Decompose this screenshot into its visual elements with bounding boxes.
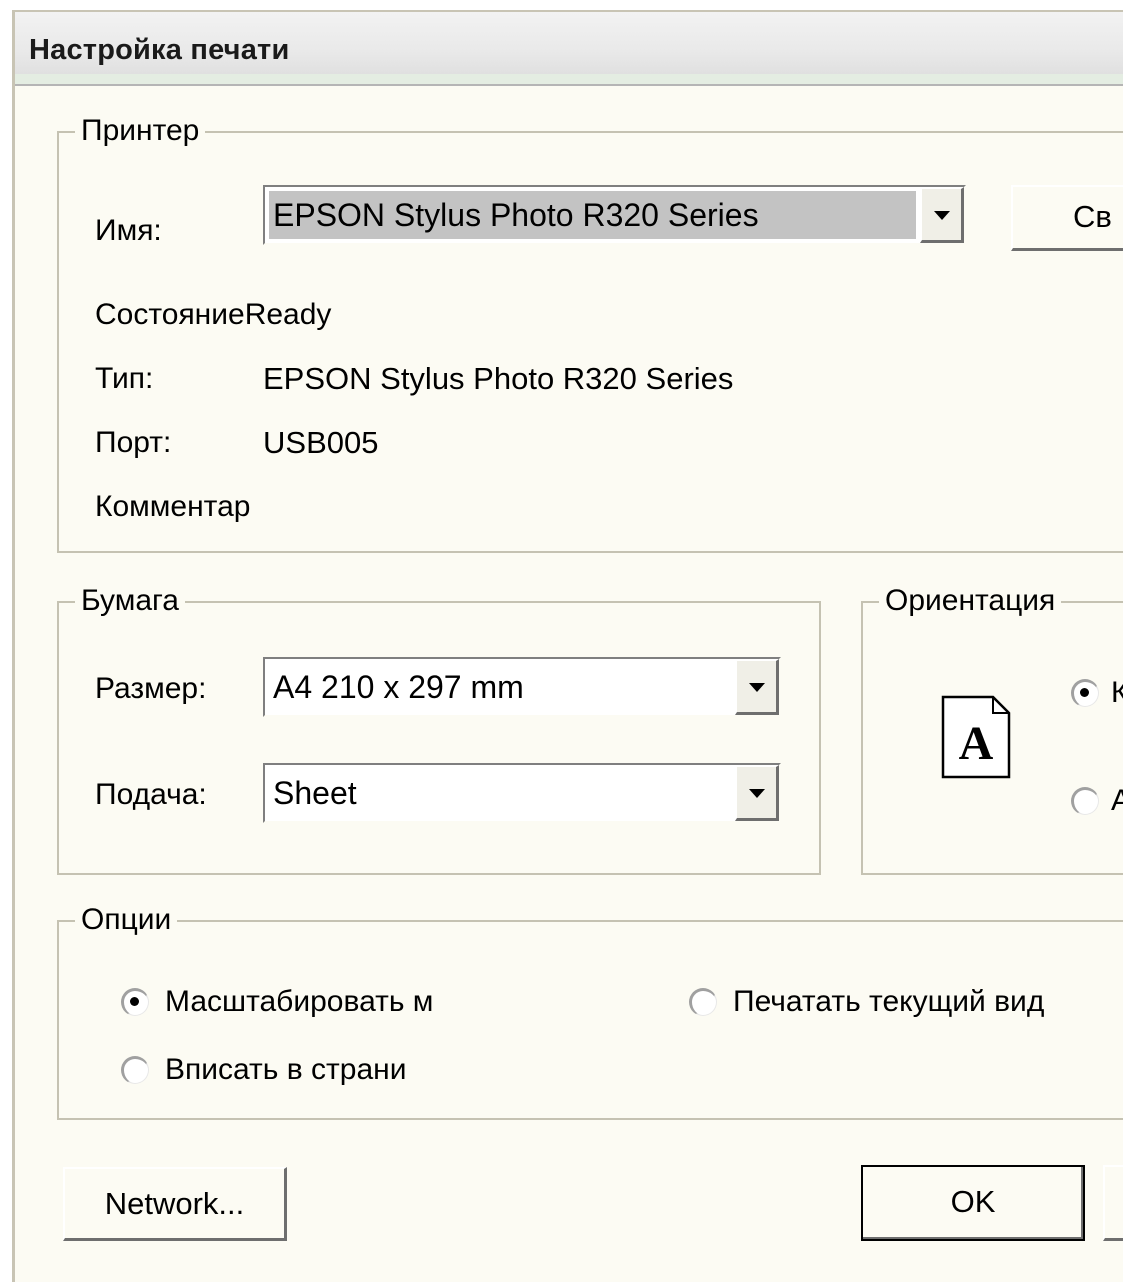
paper-group-label: Бумага [75,583,185,619]
chevron-down-icon [748,788,765,798]
page-icon-letter: A [959,717,994,770]
printer-status-label: СостояниеReady [95,297,331,333]
orientation-landscape-label[interactable]: А [1111,783,1123,819]
chevron-down-icon [748,682,765,692]
paper-group: Бумага Размер: A4 210 x 297 mm Подача: S… [57,583,821,875]
printer-group-label: Принтер [75,113,206,149]
title-bar-bottom-strip [15,74,1123,84]
print-setup-dialog: Настройка печати Принтер Имя: EPSON Styl… [12,10,1123,1282]
desktop-edge [0,0,12,1282]
printer-status-value: Ready [244,298,332,331]
orientation-group-label: Ориентация [879,583,1062,619]
fit-to-page-label[interactable]: Вписать в страни [165,1052,455,1088]
paper-source-dropdown-button[interactable] [735,765,779,821]
page-icon-graphic: A [941,695,1011,779]
printer-name-select[interactable]: EPSON Stylus Photo R320 Series [263,185,966,245]
ok-button-label: OK [950,1184,996,1219]
scale-radio[interactable] [121,988,149,1016]
printer-properties-button[interactable]: Св [1011,185,1123,251]
network-button[interactable]: Network... [63,1167,287,1241]
print-current-view-label[interactable]: Печатать текущий вид [733,984,1044,1020]
printer-name-label: Имя: [95,214,162,247]
printer-type-label: Тип: [95,362,154,395]
printer-port-label: Порт: [95,426,172,459]
ok-button[interactable]: OK [861,1165,1085,1241]
cancel-button-partial[interactable] [1103,1165,1123,1241]
orientation-portrait-radio[interactable] [1071,679,1099,707]
printer-name-dropdown-button[interactable] [920,187,964,243]
radio-selected-dot [1080,688,1089,697]
radio-selected-dot [130,997,139,1006]
scale-label[interactable]: Масштабировать м [165,984,477,1020]
paper-size-dropdown-button[interactable] [735,659,779,715]
options-group: Опции Масштабировать м Печатать текущий … [57,902,1123,1120]
window-title: Настройка печати [29,34,290,66]
paper-size-select[interactable]: A4 210 x 297 mm [263,657,781,717]
paper-size-label: Размер: [95,672,207,705]
printer-comment-label: Комментар [95,490,251,523]
chevron-down-icon [933,210,950,220]
printer-properties-button-label: Св [1073,199,1112,234]
network-button-label: Network... [104,1186,245,1221]
printer-port-value: USB005 [263,425,379,460]
print-current-view-radio[interactable] [689,988,717,1016]
paper-source-select[interactable]: Sheet [263,763,781,823]
orientation-portrait-label[interactable]: К [1111,675,1123,711]
paper-source-label: Подача: [95,778,207,811]
paper-source-value: Sheet [273,775,357,811]
printer-type-value: EPSON Stylus Photo R320 Series [263,361,734,396]
page-portrait-icon: A [941,695,1011,779]
options-group-label: Опции [75,902,178,938]
paper-size-value: A4 210 x 297 mm [273,669,524,705]
orientation-group: Ориентация A К А [861,583,1123,875]
fit-to-page-radio[interactable] [121,1056,149,1084]
printer-status-caption: Состояние [95,298,245,331]
printer-group: Принтер Имя: EPSON Stylus Photo R320 Ser… [57,113,1123,553]
title-bar[interactable]: Настройка печати [15,12,1123,86]
printer-name-value: EPSON Stylus Photo R320 Series [273,197,759,233]
orientation-landscape-radio[interactable] [1071,787,1099,815]
